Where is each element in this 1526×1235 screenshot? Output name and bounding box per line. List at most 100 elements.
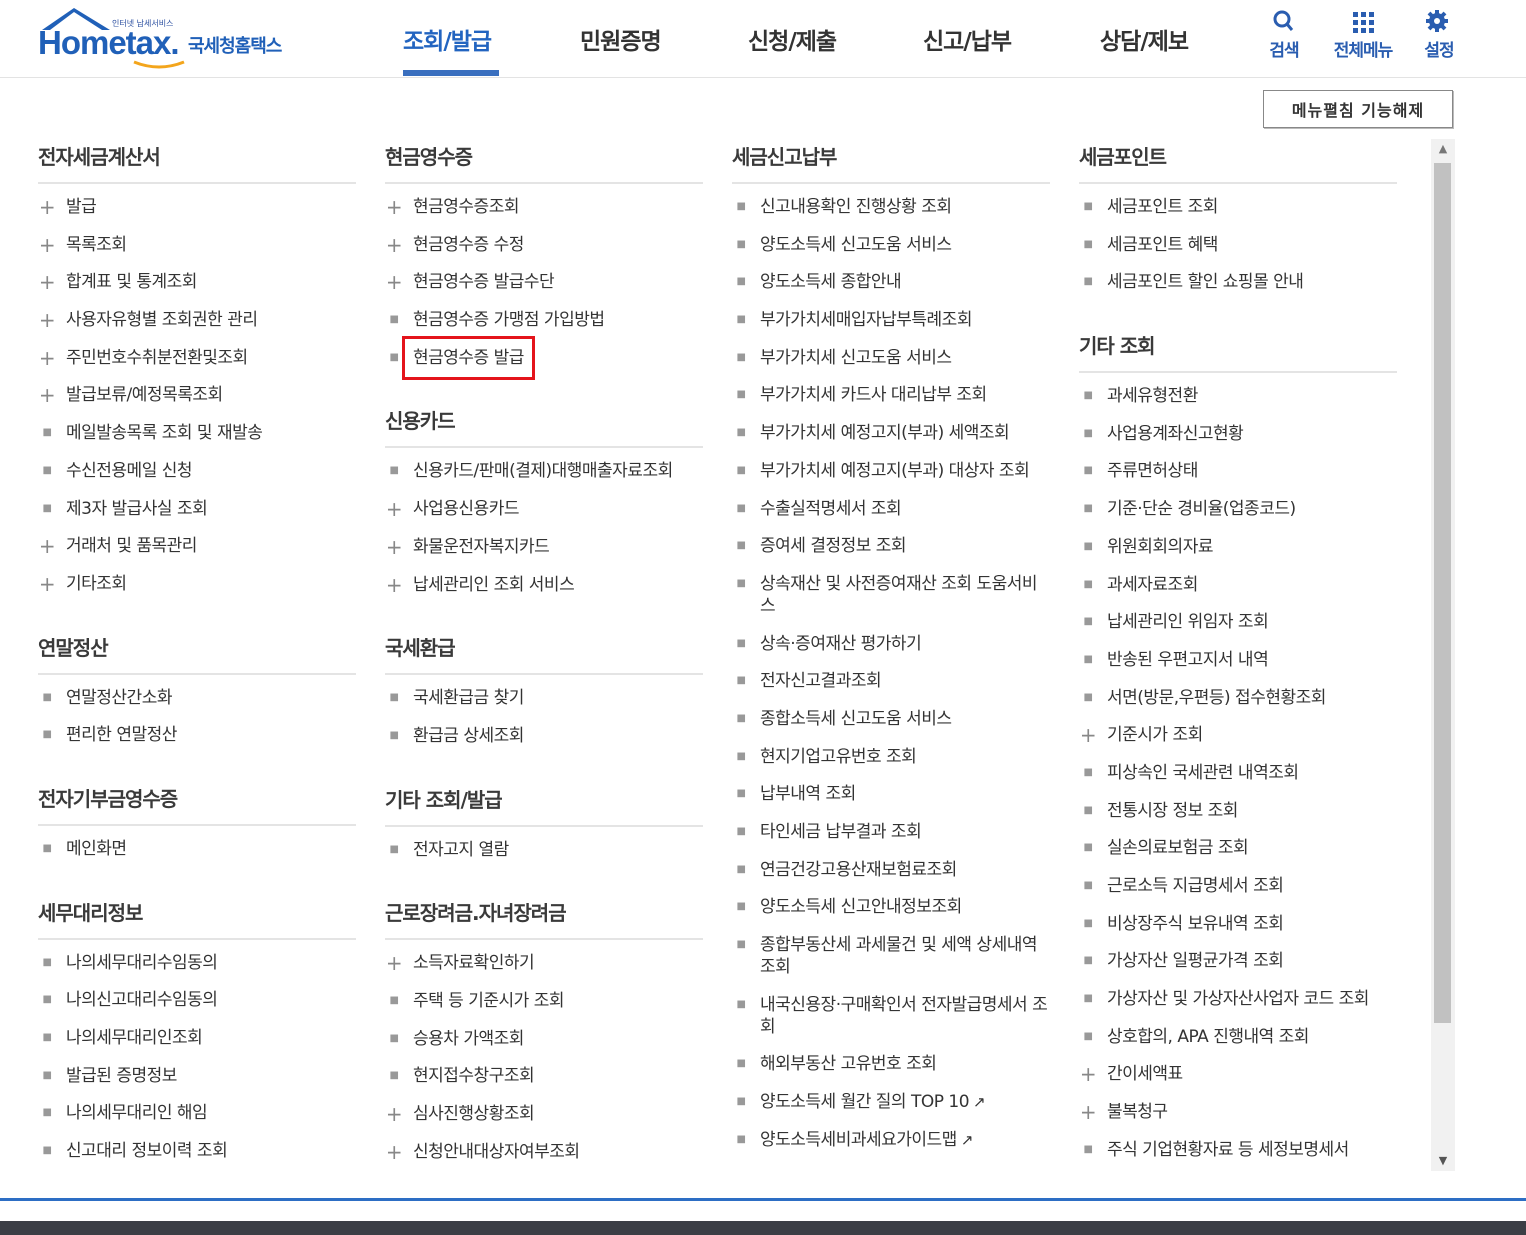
all-menu-button[interactable]: 전체메뉴	[1328, 8, 1398, 61]
menu-item[interactable]: ■ 나의세무대리수임동의	[38, 952, 356, 974]
menu-item[interactable]: ■ 현금영수증 발급	[385, 335, 703, 380]
menu-item[interactable]: ■ 부가가치세매입자납부특례조회	[732, 309, 1050, 331]
menu-item[interactable]: ■ 나의신고대리수임동의	[38, 989, 356, 1011]
menu-item[interactable]: ■ 피상속인 국세관련 내역조회	[1079, 762, 1397, 784]
section-title[interactable]: 신용카드	[385, 401, 703, 449]
menu-item[interactable]: + 심사진행상황조회	[385, 1103, 703, 1125]
menu-item[interactable]: ■ 수출실적명세서 조회	[732, 498, 1050, 520]
menu-item[interactable]: ■ 실손의료보험금 조회	[1079, 837, 1397, 859]
menu-item[interactable]: ■ 상속재산 및 사전증여재산 조회 도움서비스	[732, 573, 1050, 617]
section-title[interactable]: 세금포인트	[1079, 137, 1397, 184]
section-title[interactable]: 세무대리정보	[38, 893, 356, 940]
menu-item[interactable]: ■ 납부내역 조회	[732, 783, 1050, 805]
menu-item[interactable]: ■ 부가가치세 예정고지(부과) 대상자 조회	[732, 460, 1050, 482]
menu-item[interactable]: ■ 비상장주식 보유내역 조회	[1079, 913, 1397, 935]
menu-item[interactable]: + 화물운전자복지카드	[385, 536, 703, 558]
menu-item[interactable]: ■ 내국신용장·구매확인서 전자발급명세서 조회	[732, 994, 1050, 1038]
menu-item[interactable]: + 소득자료확인하기	[385, 952, 703, 974]
menu-item[interactable]: ■ 현지기업고유번호 조회	[732, 746, 1050, 768]
menu-item[interactable]: + 발급보류/예정목록조회	[38, 384, 356, 406]
menu-item[interactable]: + 현금영수증 발급수단	[385, 271, 703, 293]
menu-item[interactable]: ■ 현금영수증 가맹점 가입방법	[385, 309, 703, 331]
menu-item[interactable]: ■ 환급금 상세조회	[385, 725, 703, 747]
section-title[interactable]: 국세환급	[385, 628, 703, 676]
section-title[interactable]: 전자세금계산서	[38, 137, 356, 184]
section-title[interactable]: 현금영수증	[385, 137, 703, 184]
menu-item[interactable]: ■ 편리한 연말정산	[38, 724, 356, 746]
menu-item[interactable]: ■ 근로소득 지급명세서 조회	[1079, 875, 1397, 897]
menu-item[interactable]: ■ 부가가치세 예정고지(부과) 세액조회	[732, 422, 1050, 444]
menu-item[interactable]: + 사업용신용카드	[385, 498, 703, 520]
nav-report-pay[interactable]: 신고/납부	[923, 22, 1012, 56]
section-title[interactable]: 기타 조회/발급	[385, 780, 703, 827]
menu-item[interactable]: + 발급	[38, 196, 356, 218]
menu-item[interactable]: + 거래처 및 품목관리	[38, 535, 356, 557]
menu-item[interactable]: ■ 타인세금 납부결과 조회	[732, 821, 1050, 843]
menu-item[interactable]: ■ 양도소득세 월간 질의 TOP 10 ↗	[732, 1091, 1050, 1113]
menu-item[interactable]: ■ 부가가치세 카드사 대리납부 조회	[732, 384, 1050, 406]
menu-item[interactable]: ■ 세금포인트 할인 쇼핑몰 안내	[1079, 271, 1397, 293]
menu-item[interactable]: ■ 전자고지 열람	[385, 839, 703, 861]
menu-item[interactable]: + 기타조회	[38, 573, 356, 595]
menu-item[interactable]: + 기준시가 조회	[1079, 724, 1397, 746]
menu-item[interactable]: ■ 양도소득세 종합안내	[732, 271, 1050, 293]
nav-civil-certificate[interactable]: 민원증명	[580, 22, 662, 56]
menu-scrollbar[interactable]: ▲ ▼	[1431, 139, 1455, 1171]
menu-item[interactable]: ■ 연말정산간소화	[38, 687, 356, 709]
menu-item[interactable]: ■ 신용카드/판매(결제)대행매출자료조회	[385, 460, 703, 482]
menu-item[interactable]: ■ 서면(방문,우편등) 접수현황조회	[1079, 687, 1397, 709]
menu-item[interactable]: ■ 세금포인트 조회	[1079, 196, 1397, 218]
menu-item[interactable]: ■ 나의세무대리인 해임	[38, 1102, 356, 1124]
menu-item[interactable]: ■ 상호합의, APA 진행내역 조회	[1079, 1026, 1397, 1048]
menu-item[interactable]: ■ 세금포인트 혜택	[1079, 234, 1397, 256]
menu-item[interactable]: ■ 전자신고결과조회	[732, 670, 1050, 692]
section-title[interactable]: 연말정산	[38, 628, 356, 675]
section-title[interactable]: 근로장려금.자녀장려금	[385, 893, 703, 941]
menu-item[interactable]: ■ 과세자료조회	[1079, 574, 1397, 596]
menu-item[interactable]: ■ 현지접수창구조회	[385, 1065, 703, 1087]
menu-item[interactable]: ■ 증여세 결정정보 조회	[732, 535, 1050, 557]
menu-item[interactable]: ■ 부가가치세 신고도움 서비스	[732, 347, 1050, 369]
menu-item[interactable]: + 현금영수증 수정	[385, 234, 703, 256]
menu-item[interactable]: ■ 전통시장 정보 조회	[1079, 800, 1397, 822]
scrollbar-thumb[interactable]	[1434, 163, 1451, 1023]
scroll-up-arrow-icon[interactable]: ▲	[1431, 139, 1455, 159]
menu-item[interactable]: ■ 가상자산 및 가상자산사업자 코드 조회	[1079, 988, 1397, 1010]
menu-item[interactable]: + 사용자유형별 조회권한 관리	[38, 309, 356, 331]
menu-item[interactable]: ■ 과세유형전환	[1079, 385, 1397, 407]
menu-item[interactable]: ■ 신고내용확인 진행상황 조회	[732, 196, 1050, 218]
menu-item[interactable]: ■ 나의세무대리인조회	[38, 1027, 356, 1049]
menu-item[interactable]: ■ 기준·단순 경비율(업종코드)	[1079, 498, 1397, 520]
menu-item[interactable]: ■ 반송된 우편고지서 내역	[1079, 649, 1397, 671]
menu-item[interactable]: ■ 국세환급금 찾기	[385, 687, 703, 709]
menu-item[interactable]: ■ 메인화면	[38, 838, 356, 860]
section-title[interactable]: 전자기부금영수증	[38, 779, 356, 826]
menu-item[interactable]: ■ 승용차 가액조회	[385, 1028, 703, 1050]
search-button[interactable]: 검색	[1249, 8, 1319, 61]
menu-item[interactable]: ■ 수신전용메일 신청	[38, 460, 356, 482]
menu-item[interactable]: ■ 신고대리 정보이력 조회	[38, 1140, 356, 1162]
menu-item[interactable]: ■ 양도소득세 신고안내정보조회	[732, 896, 1050, 918]
menu-item[interactable]: + 주민번호수취분전환및조회	[38, 347, 356, 369]
menu-item[interactable]: + 납세관리인 조회 서비스	[385, 574, 703, 596]
section-title[interactable]: 세금신고납부	[732, 137, 1050, 184]
menu-item[interactable]: ■ 주택 등 기준시가 조회	[385, 990, 703, 1012]
menu-item[interactable]: ■ 가상자산 일평균가격 조회	[1079, 950, 1397, 972]
menu-item[interactable]: ■ 주식 기업현황자료 등 세정보명세서	[1079, 1139, 1397, 1161]
menu-item[interactable]: ■ 상속·증여재산 평가하기	[732, 633, 1050, 655]
menu-item[interactable]: ■ 연금건강고용산재보험료조회	[732, 859, 1050, 881]
settings-button[interactable]: 설정	[1404, 8, 1474, 61]
menu-item[interactable]: + 간이세액표	[1079, 1063, 1397, 1085]
menu-item[interactable]: + 목록조회	[38, 234, 356, 256]
menu-item[interactable]: ■ 양도소득세비과세요가이드맵 ↗	[732, 1129, 1050, 1151]
menu-item[interactable]: ■ 해외부동산 고유번호 조회	[732, 1053, 1050, 1075]
hometax-logo[interactable]: 인터넷 납세서비스 Hometax. 국세청홈택스	[36, 6, 316, 70]
menu-item[interactable]: ■ 납세관리인 위임자 조회	[1079, 611, 1397, 633]
menu-expand-toggle-button[interactable]: 메뉴펼침 기능해제	[1263, 90, 1453, 128]
menu-item[interactable]: ■ 제3자 발급사실 조회	[38, 498, 356, 520]
menu-item[interactable]: + 현금영수증조회	[385, 196, 703, 218]
nav-consult-report[interactable]: 상담/제보	[1100, 22, 1189, 56]
scroll-down-arrow-icon[interactable]: ▼	[1431, 1151, 1455, 1171]
menu-item[interactable]: ■ 발급된 증명정보	[38, 1065, 356, 1087]
menu-item[interactable]: + 신청안내대상자여부조회	[385, 1141, 703, 1163]
